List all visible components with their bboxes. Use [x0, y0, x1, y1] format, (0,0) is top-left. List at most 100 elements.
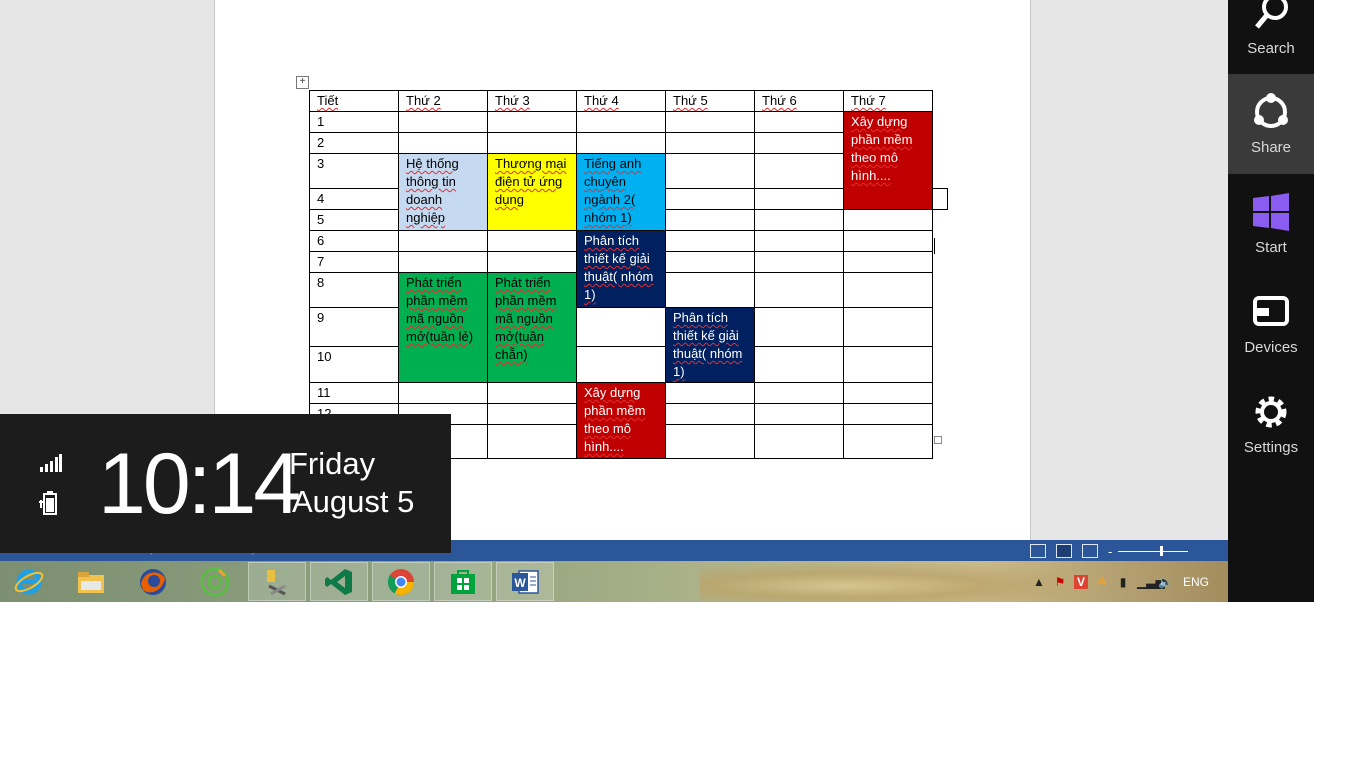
- taskbar-coccoc[interactable]: [186, 562, 244, 601]
- schedule-table[interactable]: Tiết Thứ 2 Thứ 3 Thứ 4 Thứ 5 Thứ 6 Thứ 7…: [309, 90, 948, 459]
- taskbar-file-explorer[interactable]: [62, 562, 120, 601]
- zoom-track[interactable]: [1118, 545, 1189, 556]
- print-layout-icon[interactable]: [1056, 544, 1072, 558]
- period-cell[interactable]: 8: [309, 272, 399, 308]
- subject-cell-he-thong-thong-tin[interactable]: Hệ thống thông tin doanh nghiệp: [398, 153, 488, 231]
- period-cell[interactable]: 2: [309, 132, 399, 154]
- action-center-flag-icon[interactable]: ⚑: [1053, 575, 1067, 589]
- taskbar-firefox[interactable]: [124, 562, 182, 601]
- subject-cell-thuong-mai-dien-tu[interactable]: Thương mại điện tử ứng dụng: [487, 153, 577, 231]
- table-cell[interactable]: [665, 424, 755, 459]
- subject-cell-phat-trien-thu2[interactable]: Phát triển phần mềm mã nguồn mở(tuần lẻ): [398, 272, 488, 383]
- table-cell[interactable]: [754, 153, 844, 189]
- table-cell[interactable]: [843, 306, 933, 348]
- tray-app-icon[interactable]: ☘: [1095, 575, 1109, 589]
- table-cell[interactable]: [843, 272, 933, 308]
- table-cell[interactable]: [754, 111, 844, 133]
- table-cell[interactable]: [487, 111, 577, 133]
- table-cell[interactable]: [665, 403, 755, 425]
- header-cell[interactable]: Tiết: [309, 90, 399, 112]
- table-cell[interactable]: [665, 132, 755, 154]
- period-cell[interactable]: 11: [309, 382, 399, 404]
- taskbar-tools[interactable]: [248, 562, 306, 601]
- table-cell[interactable]: [398, 111, 488, 133]
- table-cell[interactable]: [398, 382, 488, 404]
- header-cell[interactable]: Thứ 6: [754, 90, 844, 112]
- header-cell[interactable]: Thứ 5: [665, 90, 755, 112]
- zoom-slider[interactable]: -: [1108, 544, 1189, 559]
- charm-settings[interactable]: Settings: [1228, 374, 1314, 474]
- language-indicator[interactable]: ENG: [1183, 575, 1209, 589]
- table-cell[interactable]: [754, 251, 844, 273]
- taskbar-store[interactable]: [434, 562, 492, 601]
- table-cell[interactable]: [487, 403, 577, 425]
- network-signal-icon[interactable]: ▁▃▅: [1137, 575, 1165, 589]
- period-cell[interactable]: 1: [309, 111, 399, 133]
- show-hidden-icons-chevron-up-icon[interactable]: ▲: [1032, 575, 1046, 589]
- subject-cell-phan-tich-thu5[interactable]: Phân tích thiết kế giải thuật( nhóm 1): [665, 307, 755, 383]
- period-cell[interactable]: 9: [309, 306, 399, 348]
- subject-cell-phat-trien-thu3[interactable]: Phát triển phần mềm mã nguồn mở(tuần chẵ…: [487, 272, 577, 383]
- table-cell[interactable]: [665, 209, 755, 231]
- table-cell[interactable]: [843, 251, 933, 273]
- table-move-handle-icon[interactable]: +: [296, 76, 309, 89]
- table-cell[interactable]: [843, 209, 933, 231]
- table-cell[interactable]: [843, 346, 933, 383]
- taskbar-word[interactable]: W: [496, 562, 554, 601]
- period-cell[interactable]: 10: [309, 346, 399, 383]
- header-cell[interactable]: Thứ 4: [576, 90, 666, 112]
- subject-cell-tieng-anh[interactable]: Tiếng anh chuyên ngành 2( nhóm 1): [576, 153, 666, 231]
- table-cell[interactable]: [665, 272, 755, 308]
- header-cell[interactable]: Thứ 2: [398, 90, 488, 112]
- table-cell[interactable]: [487, 230, 577, 252]
- table-cell[interactable]: [576, 306, 666, 348]
- web-layout-icon[interactable]: [1082, 544, 1098, 558]
- taskbar-chrome[interactable]: [372, 562, 430, 601]
- subject-cell-xay-dung-thu4[interactable]: Xây dựng phần mềm theo mô hình....: [576, 382, 666, 459]
- table-cell[interactable]: [843, 382, 933, 404]
- subject-cell-phan-tich-thu4[interactable]: Phân tích thiết kế giải thuật( nhóm 1): [576, 230, 666, 308]
- table-cell[interactable]: [932, 188, 948, 210]
- volume-icon[interactable]: 🔈: [1158, 575, 1173, 589]
- zoom-thumb[interactable]: [1160, 545, 1164, 556]
- table-cell[interactable]: [665, 111, 755, 133]
- table-cell[interactable]: [665, 251, 755, 273]
- table-cell[interactable]: [665, 153, 755, 189]
- table-cell[interactable]: [398, 230, 488, 252]
- table-cell[interactable]: [665, 188, 755, 210]
- header-cell[interactable]: Thứ 3: [487, 90, 577, 112]
- table-cell[interactable]: [843, 403, 933, 425]
- table-cell[interactable]: [754, 209, 844, 231]
- table-cell[interactable]: [665, 230, 755, 252]
- table-cell[interactable]: [843, 230, 933, 252]
- zoom-out-button[interactable]: -: [1108, 544, 1112, 559]
- period-cell[interactable]: 6: [309, 230, 399, 252]
- charm-search[interactable]: Search: [1228, 0, 1314, 75]
- table-cell[interactable]: [665, 382, 755, 404]
- power-plug-icon[interactable]: ▮: [1116, 575, 1130, 589]
- table-cell[interactable]: [754, 346, 844, 383]
- table-cell[interactable]: [576, 132, 666, 154]
- table-cell[interactable]: [754, 230, 844, 252]
- read-mode-icon[interactable]: [1030, 544, 1046, 558]
- table-cell[interactable]: [576, 111, 666, 133]
- table-cell[interactable]: [398, 251, 488, 273]
- table-cell[interactable]: [487, 382, 577, 404]
- table-cell[interactable]: [754, 403, 844, 425]
- table-cell[interactable]: [576, 346, 666, 383]
- period-cell[interactable]: 3: [309, 153, 399, 189]
- period-cell[interactable]: 5: [309, 209, 399, 231]
- taskbar-visual-studio[interactable]: [310, 562, 368, 601]
- table-cell[interactable]: [487, 424, 577, 459]
- charm-share[interactable]: Share: [1228, 74, 1314, 174]
- table-cell[interactable]: [754, 132, 844, 154]
- charm-devices[interactable]: Devices: [1228, 274, 1314, 374]
- table-cell[interactable]: [398, 132, 488, 154]
- table-cell[interactable]: [487, 251, 577, 273]
- table-cell[interactable]: [754, 424, 844, 459]
- table-cell[interactable]: [754, 382, 844, 404]
- table-cell[interactable]: [754, 272, 844, 308]
- period-cell[interactable]: 4: [309, 188, 399, 210]
- antivirus-v-icon[interactable]: V: [1074, 574, 1088, 589]
- taskbar-ie[interactable]: [0, 562, 58, 601]
